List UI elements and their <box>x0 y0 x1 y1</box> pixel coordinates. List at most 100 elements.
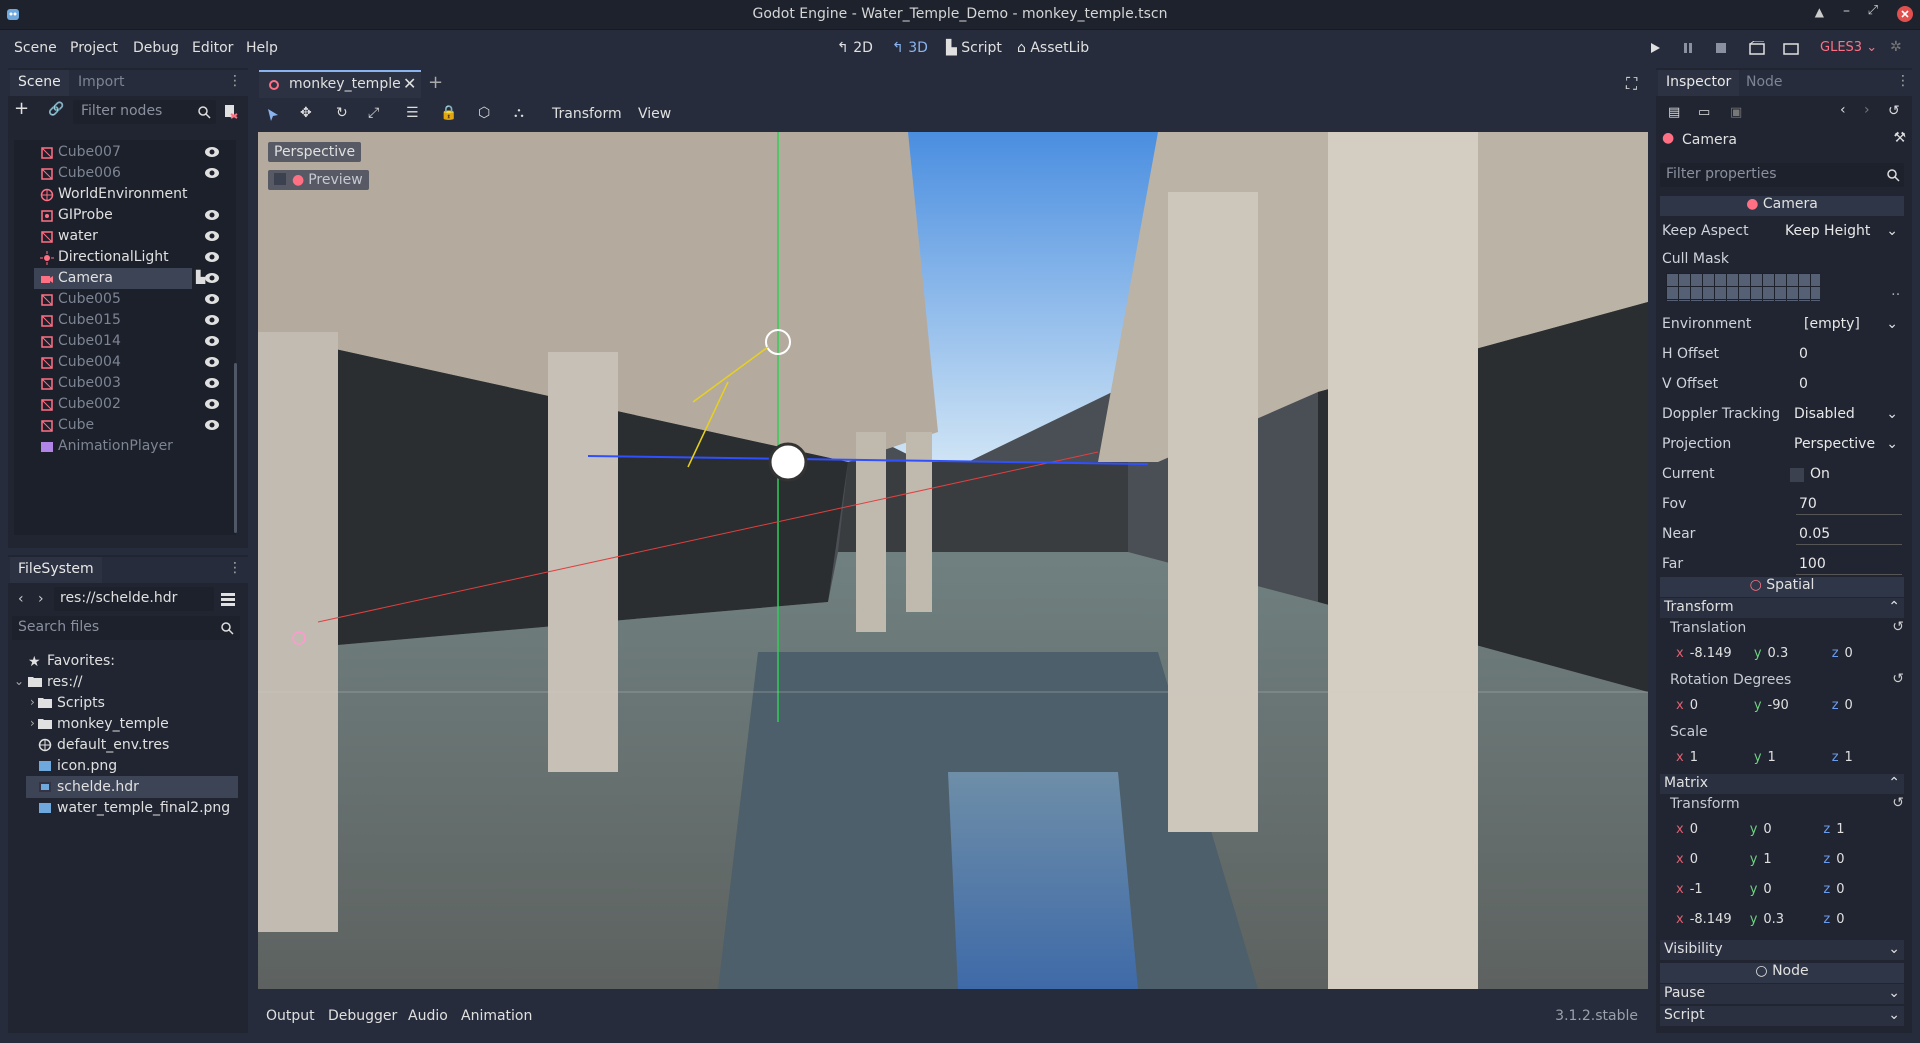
pause-icon[interactable] <box>1681 41 1695 55</box>
scale-tool-icon[interactable]: ⤢ <box>368 105 379 121</box>
local-space-icon[interactable]: ⛬ <box>514 105 524 121</box>
select-tool-icon[interactable] <box>266 108 280 122</box>
transform-menu[interactable]: Transform <box>552 106 622 122</box>
node-section-header[interactable]: ○ Node <box>1660 963 1904 983</box>
far-value[interactable]: 100 <box>1799 556 1826 572</box>
near-value[interactable]: 0.05 <box>1799 526 1830 542</box>
visibility-eye-icon[interactable] <box>204 209 220 221</box>
history-icon[interactable]: ↺ <box>1888 103 1900 119</box>
matrix-value[interactable]: -8.149 <box>1690 912 1750 927</box>
scene-tree-scrollbar[interactable] <box>234 363 237 533</box>
visibility-eye-icon[interactable] <box>204 293 220 305</box>
toggle-split-icon[interactable] <box>220 591 236 607</box>
fov-slider[interactable] <box>1796 514 1902 515</box>
matrix-value[interactable]: 0 <box>1690 852 1750 867</box>
matrix-value[interactable]: 0 <box>1690 822 1750 837</box>
scene-tree-node[interactable]: AnimationPlayer <box>14 435 236 459</box>
dock-menu-icon[interactable]: ⋮ <box>228 73 242 89</box>
tab-inspector[interactable]: Inspector <box>1658 70 1740 96</box>
new-resource-icon[interactable]: ▤ <box>1668 105 1680 120</box>
mode-2d-button[interactable]: ↰ 2D <box>837 40 873 56</box>
matrix-value[interactable]: 0 <box>1763 882 1823 897</box>
filesystem-item[interactable]: water_temple_final2.png <box>12 797 244 821</box>
chevron-right-icon[interactable]: › <box>30 716 35 730</box>
tab-import[interactable]: Import <box>70 70 132 96</box>
group-icon[interactable]: ⬡ <box>478 105 490 121</box>
list-select-icon[interactable]: ☰ <box>406 105 419 121</box>
scale-z[interactable]: 1 <box>1845 750 1853 765</box>
path-field[interactable]: res://schelde.hdr <box>54 587 214 611</box>
translation-fields[interactable]: x -8.149 y 0.3 z0 <box>1676 646 1906 661</box>
mode-3d-button[interactable]: ↰ 3D <box>892 40 928 56</box>
move-tool-icon[interactable]: ✥ <box>300 105 312 121</box>
visibility-eye-icon[interactable] <box>204 272 220 284</box>
mode-script-button[interactable]: ▙ Script <box>946 40 1002 56</box>
reset-matrix-icon[interactable]: ↺ <box>1892 795 1904 811</box>
history-back-icon[interactable]: ‹ <box>1840 102 1846 118</box>
matrix-value[interactable]: 1 <box>1836 822 1844 837</box>
open-resource-icon[interactable]: ▭ <box>1698 105 1710 120</box>
filter-nodes-input[interactable]: Filter nodes <box>73 100 216 124</box>
fov-value[interactable]: 70 <box>1799 496 1817 512</box>
play-icon[interactable] <box>1648 41 1662 55</box>
cull-mask-more-icon[interactable]: ‥ <box>1891 283 1900 299</box>
visibility-eye-icon[interactable] <box>204 146 220 158</box>
fullscreen-icon[interactable]: ⛶ <box>1626 74 1637 94</box>
filter-properties-input[interactable]: Filter properties <box>1660 163 1904 187</box>
transform-group[interactable]: Transform ⌃ <box>1660 598 1904 618</box>
tab-monkey-temple[interactable]: monkey_temple ✕ <box>259 70 421 98</box>
bottom-tab-debugger[interactable]: Debugger <box>328 1008 397 1024</box>
chevron-down-icon[interactable]: ⌄ <box>14 674 24 688</box>
close-tab-icon[interactable]: ✕ <box>403 74 416 93</box>
rotation-y[interactable]: -90 <box>1768 698 1828 713</box>
visibility-eye-icon[interactable] <box>204 377 220 389</box>
visibility-eye-icon[interactable] <box>204 314 220 326</box>
matrix-value[interactable]: 0 <box>1836 882 1844 897</box>
doppler-select[interactable]: Disabled <box>1794 406 1855 422</box>
environment-value[interactable]: [empty] <box>1804 316 1860 332</box>
scale-x[interactable]: 1 <box>1690 750 1750 765</box>
scale-fields[interactable]: x1 y1 z1 <box>1676 750 1906 765</box>
matrix-row[interactable]: x0y1z0 <box>1676 852 1906 867</box>
visibility-eye-icon[interactable] <box>204 230 220 242</box>
bottom-tab-animation[interactable]: Animation <box>461 1008 532 1024</box>
new-tab-icon[interactable]: + <box>428 72 443 93</box>
preview-check-box[interactable] <box>274 173 286 185</box>
perspective-button[interactable]: Perspective <box>268 142 362 162</box>
matrix-value[interactable]: 0 <box>1836 852 1844 867</box>
translation-z[interactable]: 0 <box>1845 646 1853 661</box>
chevron-right-icon[interactable]: › <box>30 695 35 709</box>
play-custom-scene-icon[interactable] <box>1783 41 1799 55</box>
visibility-eye-icon[interactable] <box>204 335 220 347</box>
link-icon[interactable]: 🔗 <box>48 102 64 117</box>
menu-help[interactable]: Help <box>246 40 278 56</box>
reset-rotation-icon[interactable]: ↺ <box>1892 671 1904 687</box>
far-slider[interactable] <box>1796 574 1902 575</box>
visibility-eye-icon[interactable] <box>204 251 220 263</box>
visibility-group[interactable]: Visibility ⌄ <box>1660 940 1904 960</box>
renderer-select[interactable]: GLES3 ⌄ <box>1820 40 1877 55</box>
view-menu[interactable]: View <box>638 106 671 122</box>
reset-translation-icon[interactable]: ↺ <box>1892 619 1904 635</box>
window-minimize-icon[interactable]: – <box>1843 3 1850 19</box>
object-tools-icon[interactable]: ⚒ <box>1893 130 1906 146</box>
visibility-eye-icon[interactable] <box>204 419 220 431</box>
filesystem-menu-icon[interactable]: ⋮ <box>228 560 242 576</box>
tab-node[interactable]: Node <box>1738 70 1791 96</box>
rotation-z[interactable]: 0 <box>1845 698 1853 713</box>
window-maximize-icon[interactable]: ⤢ <box>1868 3 1878 18</box>
translation-y[interactable]: 0.3 <box>1768 646 1828 661</box>
matrix-row[interactable]: x -8.149 y 0.3 z 0 <box>1676 912 1906 927</box>
search-files-input[interactable]: Search files <box>12 616 240 640</box>
tab-scene[interactable]: Scene <box>10 70 69 96</box>
rotate-tool-icon[interactable]: ↻ <box>336 105 348 121</box>
menu-project[interactable]: Project <box>70 40 118 56</box>
add-node-icon[interactable]: + <box>14 100 29 118</box>
forward-icon[interactable]: › <box>38 591 44 607</box>
scale-y[interactable]: 1 <box>1768 750 1828 765</box>
3d-viewport[interactable]: Perspective ● Preview <box>258 132 1648 989</box>
spatial-section-header[interactable]: ○ Spatial <box>1660 577 1904 597</box>
matrix-row[interactable]: x0y0z1 <box>1676 822 1906 837</box>
history-forward-icon[interactable]: › <box>1864 102 1870 118</box>
back-icon[interactable]: ‹ <box>18 591 24 607</box>
